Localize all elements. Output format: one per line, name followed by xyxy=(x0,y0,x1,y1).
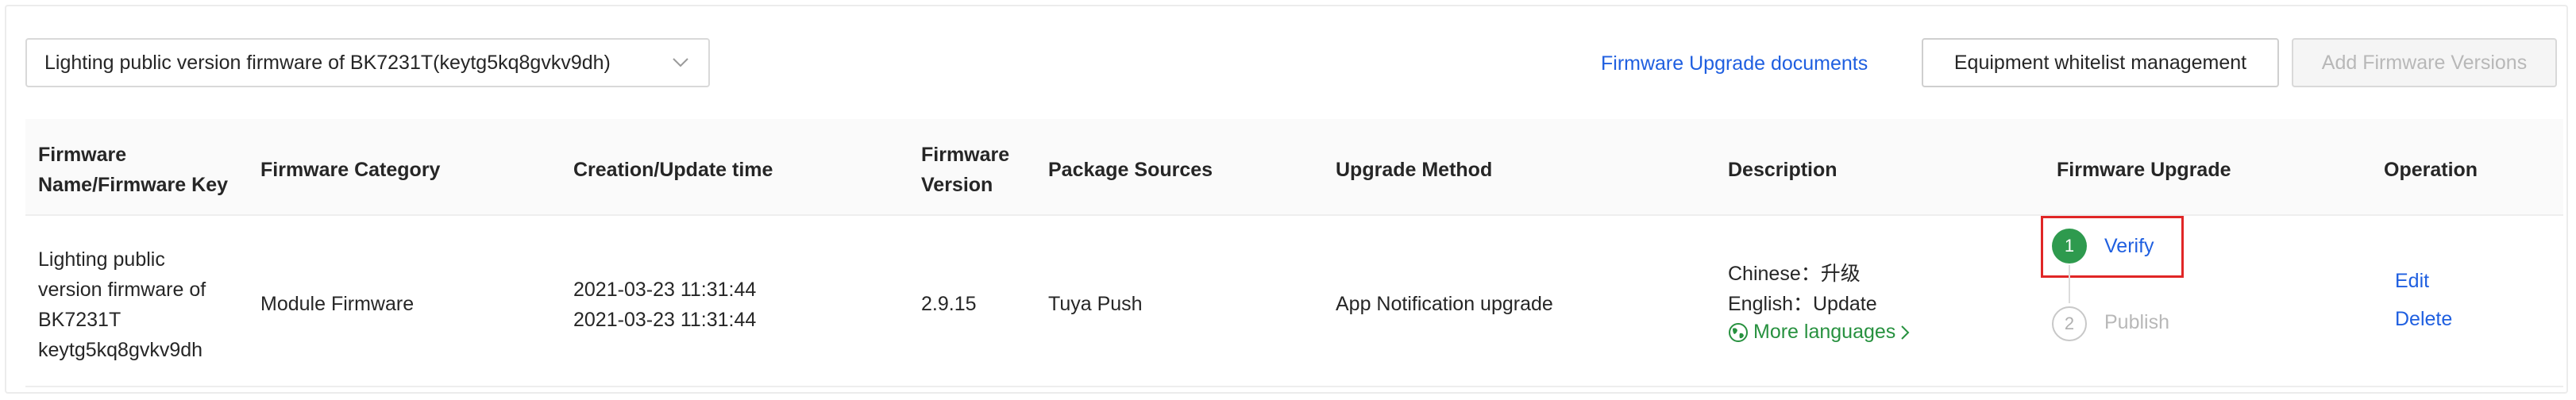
cell-firmware-category: Module Firmware xyxy=(260,293,415,315)
delete-link[interactable]: Delete xyxy=(2395,308,2452,331)
edit-link[interactable]: Edit xyxy=(2395,270,2429,293)
verify-step-link[interactable]: Verify xyxy=(2104,235,2154,258)
header-operation: Operation xyxy=(2384,159,2478,181)
header-firmware-upgrade: Firmware Upgrade xyxy=(2057,159,2231,181)
header-firmware-name: Firmware Name/Firmware Key xyxy=(38,144,229,196)
cell-firmware-name: Lighting public version firmware of BK72… xyxy=(38,248,206,361)
chevron-right-icon xyxy=(1900,325,1910,340)
more-languages-link[interactable]: More languages xyxy=(1728,321,1910,344)
chevron-down-icon xyxy=(670,52,691,73)
equipment-whitelist-button[interactable]: Equipment whitelist management xyxy=(1922,38,2279,87)
row-divider xyxy=(25,386,2563,387)
globe-icon xyxy=(1728,322,1749,343)
cell-upgrade-method: App Notification upgrade xyxy=(1336,293,1553,315)
step-connector xyxy=(2069,265,2070,303)
step-1-circle: 1 xyxy=(2052,229,2087,263)
header-description: Description xyxy=(1728,159,1838,181)
cell-creation-update-time: 2021-03-23 11:31:44 2021-03-23 11:31:44 xyxy=(573,275,756,335)
cell-firmware-version: 2.9.15 xyxy=(921,293,977,315)
firmware-select-value: Lighting public version firmware of BK72… xyxy=(44,51,611,74)
cell-description: Chinese：升级 English：Update xyxy=(1728,259,1877,319)
firmware-upgrade-docs-link[interactable]: Firmware Upgrade documents xyxy=(1601,52,1868,75)
more-languages-label: More languages xyxy=(1753,321,1896,343)
header-creation-time: Creation/Update time xyxy=(573,159,773,181)
created-time: 2021-03-23 11:31:44 xyxy=(573,279,757,301)
step-2-circle: 2 xyxy=(2052,306,2087,341)
desc-chinese: Chinese：升级 xyxy=(1728,263,1861,285)
updated-time: 2021-03-23 11:31:44 xyxy=(573,309,757,331)
add-firmware-versions-button[interactable]: Add Firmware Versions xyxy=(2292,38,2557,87)
header-firmware-version: Firmware Version xyxy=(921,144,1010,196)
header-upgrade-method: Upgrade Method xyxy=(1336,159,1493,181)
publish-step-label: Publish xyxy=(2104,311,2169,333)
firmware-select[interactable]: Lighting public version firmware of BK72… xyxy=(25,38,710,87)
cell-package-sources: Tuya Push xyxy=(1048,293,1143,315)
header-package-sources: Package Sources xyxy=(1048,159,1213,181)
header-firmware-category: Firmware Category xyxy=(260,159,441,181)
desc-english: English：Update xyxy=(1728,293,1877,315)
